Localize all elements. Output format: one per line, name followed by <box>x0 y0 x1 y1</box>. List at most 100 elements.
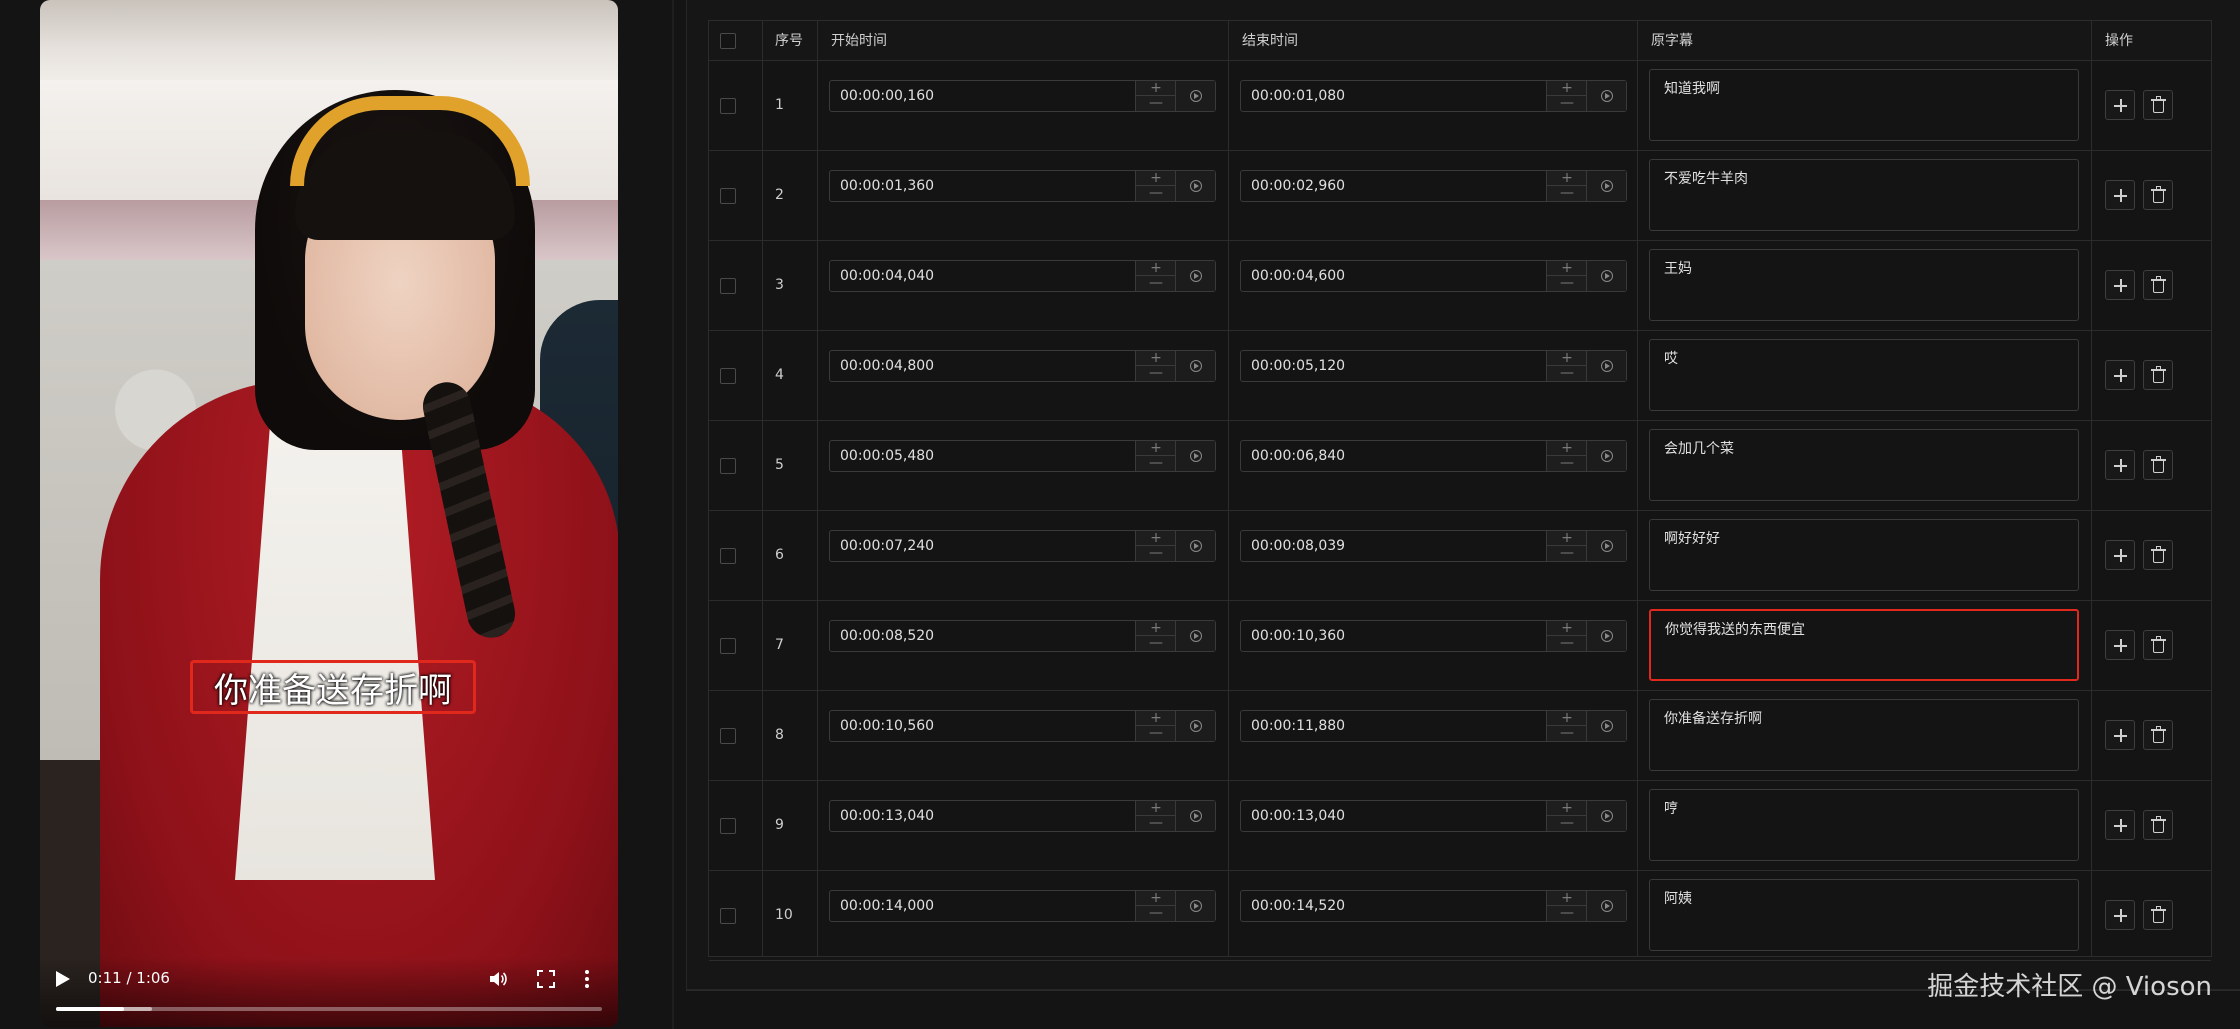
video-player[interactable]: 你准备送存折啊 0:11 / 1:06 <box>40 0 618 1027</box>
decrement-button[interactable]: — <box>1136 816 1176 831</box>
end-time-input[interactable]: 00:00:11,880 + — <box>1240 710 1627 742</box>
decrement-button[interactable]: — <box>1136 726 1176 741</box>
subtitle-textarea[interactable]: 知道我啊 <box>1649 69 2079 141</box>
preview-end-button[interactable] <box>1586 891 1626 921</box>
delete-row-button[interactable] <box>2143 90 2173 120</box>
preview-end-button[interactable] <box>1586 621 1626 651</box>
row-checkbox[interactable] <box>720 818 736 834</box>
preview-end-button[interactable] <box>1586 171 1626 201</box>
add-row-button[interactable] <box>2105 270 2135 300</box>
add-row-button[interactable] <box>2105 810 2135 840</box>
preview-start-button[interactable] <box>1175 81 1215 111</box>
subtitle-textarea[interactable]: 会加几个菜 <box>1649 429 2079 501</box>
row-checkbox[interactable] <box>720 638 736 654</box>
preview-start-button[interactable] <box>1175 621 1215 651</box>
delete-row-button[interactable] <box>2143 630 2173 660</box>
delete-row-button[interactable] <box>2143 180 2173 210</box>
end-time-input[interactable]: 00:00:01,080 + — <box>1240 80 1627 112</box>
delete-row-button[interactable] <box>2143 900 2173 930</box>
add-row-button[interactable] <box>2105 450 2135 480</box>
increment-button[interactable]: + <box>1547 801 1587 816</box>
row-checkbox[interactable] <box>720 548 736 564</box>
preview-start-button[interactable] <box>1175 441 1215 471</box>
end-time-input[interactable]: 00:00:13,040 + — <box>1240 800 1627 832</box>
decrement-button[interactable]: — <box>1547 816 1587 831</box>
preview-start-button[interactable] <box>1175 171 1215 201</box>
increment-button[interactable]: + <box>1547 351 1587 366</box>
end-time-input[interactable]: 00:00:10,360 + — <box>1240 620 1627 652</box>
decrement-button[interactable]: — <box>1136 456 1176 471</box>
decrement-button[interactable]: — <box>1547 546 1587 561</box>
subtitle-textarea[interactable]: 哼 <box>1649 789 2079 861</box>
decrement-button[interactable]: — <box>1547 906 1587 921</box>
increment-button[interactable]: + <box>1136 711 1176 726</box>
decrement-button[interactable]: — <box>1547 96 1587 111</box>
subtitle-textarea[interactable]: 阿姨 <box>1649 879 2079 951</box>
decrement-button[interactable]: — <box>1547 276 1587 291</box>
preview-start-button[interactable] <box>1175 261 1215 291</box>
volume-icon[interactable] <box>488 969 508 989</box>
decrement-button[interactable]: — <box>1136 546 1176 561</box>
increment-button[interactable]: + <box>1547 711 1587 726</box>
fullscreen-icon[interactable] <box>536 969 556 989</box>
start-time-input[interactable]: 00:00:05,480 + — <box>829 440 1216 472</box>
preview-end-button[interactable] <box>1586 531 1626 561</box>
add-row-button[interactable] <box>2105 360 2135 390</box>
preview-end-button[interactable] <box>1586 261 1626 291</box>
decrement-button[interactable]: — <box>1136 276 1176 291</box>
increment-button[interactable]: + <box>1547 441 1587 456</box>
preview-end-button[interactable] <box>1586 711 1626 741</box>
increment-button[interactable]: + <box>1136 261 1176 276</box>
start-time-input[interactable]: 00:00:00,160 + — <box>829 80 1216 112</box>
row-checkbox[interactable] <box>720 908 736 924</box>
preview-start-button[interactable] <box>1175 531 1215 561</box>
add-row-button[interactable] <box>2105 90 2135 120</box>
increment-button[interactable]: + <box>1547 531 1587 546</box>
start-time-input[interactable]: 00:00:14,000 + — <box>829 890 1216 922</box>
increment-button[interactable]: + <box>1136 171 1176 186</box>
delete-row-button[interactable] <box>2143 270 2173 300</box>
decrement-button[interactable]: — <box>1547 456 1587 471</box>
increment-button[interactable]: + <box>1136 621 1176 636</box>
preview-end-button[interactable] <box>1586 351 1626 381</box>
add-row-button[interactable] <box>2105 630 2135 660</box>
delete-row-button[interactable] <box>2143 360 2173 390</box>
decrement-button[interactable]: — <box>1136 366 1176 381</box>
row-checkbox[interactable] <box>720 278 736 294</box>
start-time-input[interactable]: 00:00:04,040 + — <box>829 260 1216 292</box>
start-time-input[interactable]: 00:00:13,040 + — <box>829 800 1216 832</box>
play-icon[interactable] <box>56 971 70 987</box>
row-checkbox[interactable] <box>720 188 736 204</box>
preview-start-button[interactable] <box>1175 711 1215 741</box>
end-time-input[interactable]: 00:00:04,600 + — <box>1240 260 1627 292</box>
add-row-button[interactable] <box>2105 900 2135 930</box>
delete-row-button[interactable] <box>2143 450 2173 480</box>
decrement-button[interactable]: — <box>1547 186 1587 201</box>
increment-button[interactable]: + <box>1136 351 1176 366</box>
start-time-input[interactable]: 00:00:10,560 + — <box>829 710 1216 742</box>
select-all-checkbox[interactable] <box>720 33 736 49</box>
preview-end-button[interactable] <box>1586 801 1626 831</box>
delete-row-button[interactable] <box>2143 810 2173 840</box>
end-time-input[interactable]: 00:00:02,960 + — <box>1240 170 1627 202</box>
start-time-input[interactable]: 00:00:08,520 + — <box>829 620 1216 652</box>
more-icon[interactable] <box>584 969 590 989</box>
increment-button[interactable]: + <box>1547 621 1587 636</box>
subtitle-textarea[interactable]: 哎 <box>1649 339 2079 411</box>
subtitle-textarea[interactable]: 王妈 <box>1649 249 2079 321</box>
increment-button[interactable]: + <box>1136 801 1176 816</box>
decrement-button[interactable]: — <box>1547 726 1587 741</box>
increment-button[interactable]: + <box>1136 531 1176 546</box>
preview-end-button[interactable] <box>1586 81 1626 111</box>
row-checkbox[interactable] <box>720 458 736 474</box>
subtitle-textarea[interactable]: 你觉得我送的东西便宜 <box>1649 609 2079 681</box>
decrement-button[interactable]: — <box>1547 636 1587 651</box>
increment-button[interactable]: + <box>1547 171 1587 186</box>
video-progress-bar[interactable] <box>56 1007 602 1011</box>
add-row-button[interactable] <box>2105 720 2135 750</box>
subtitle-textarea[interactable]: 不爱吃牛羊肉 <box>1649 159 2079 231</box>
row-checkbox[interactable] <box>720 728 736 744</box>
preview-end-button[interactable] <box>1586 441 1626 471</box>
subtitle-textarea[interactable]: 你准备送存折啊 <box>1649 699 2079 771</box>
decrement-button[interactable]: — <box>1547 366 1587 381</box>
